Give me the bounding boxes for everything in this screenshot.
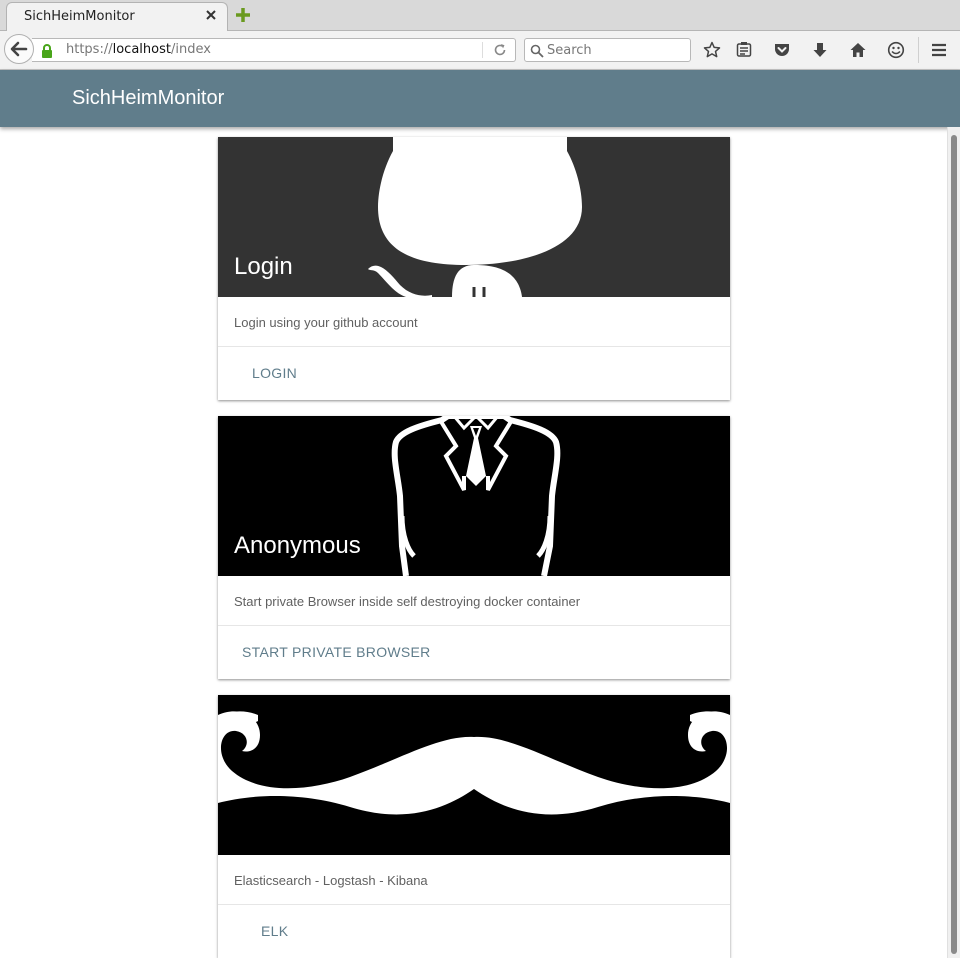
card-actions: START PRIVATE BROWSER — [218, 626, 730, 679]
close-tab-icon[interactable] — [204, 9, 218, 23]
toolbar-divider — [918, 37, 919, 63]
reload-icon[interactable] — [492, 42, 508, 62]
url-path: /index — [170, 42, 211, 57]
start-private-browser-button[interactable]: START PRIVATE BROWSER — [234, 639, 439, 665]
pocket-icon[interactable] — [773, 41, 791, 59]
page-scrollbar[interactable] — [947, 127, 960, 958]
github-octocat-icon — [368, 137, 582, 297]
reading-list-icon[interactable] — [735, 41, 753, 59]
tab-title: SichHeimMonitor — [24, 9, 135, 24]
card-image-elk: ELK — [218, 695, 730, 855]
home-icon[interactable] — [849, 41, 867, 59]
card-elk: ELK Elasticsearch - Logstash - Kibana EL… — [218, 695, 730, 958]
card-login: Login Login using your github account LO… — [218, 137, 730, 400]
app-header: SichHeimMonitor — [0, 70, 960, 127]
browser-tab-bar: SichHeimMonitor — [0, 0, 960, 31]
card-actions: ELK — [218, 905, 730, 958]
card-description: Elasticsearch - Logstash - Kibana — [218, 855, 730, 905]
new-tab-icon[interactable] — [233, 5, 253, 25]
card-image-anonymous: Anonymous — [218, 416, 730, 576]
search-icon — [530, 43, 544, 62]
card-title: ELK — [234, 811, 280, 838]
url-scheme: https:// — [66, 42, 113, 57]
url-text: https://localhost/index — [66, 42, 211, 57]
url-bar[interactable]: https://localhost/index — [32, 38, 516, 62]
scrollbar-thumb[interactable] — [951, 135, 957, 954]
card-image-login: Login — [218, 137, 730, 297]
app-title[interactable]: SichHeimMonitor — [72, 87, 224, 110]
card-description: Start private Browser inside self destro… — [218, 576, 730, 626]
search-input[interactable] — [547, 40, 687, 60]
url-host: localhost — [112, 42, 171, 57]
login-button[interactable]: LOGIN — [244, 360, 305, 386]
menu-icon[interactable] — [930, 41, 948, 59]
card-description: Login using your github account — [218, 297, 730, 347]
url-divider — [482, 42, 483, 58]
smiley-icon[interactable] — [887, 41, 905, 59]
back-button[interactable] — [4, 34, 34, 64]
download-icon[interactable] — [811, 41, 829, 59]
card-title: Anonymous — [234, 532, 361, 559]
browser-nav-bar: https://localhost/index — [0, 31, 960, 70]
elk-button[interactable]: ELK — [253, 918, 296, 944]
search-bar[interactable] — [524, 38, 691, 62]
card-title: Login — [234, 253, 293, 280]
lock-icon — [41, 43, 53, 62]
mustache-icon — [218, 695, 730, 855]
card-actions: LOGIN — [218, 347, 730, 400]
card-anonymous: Anonymous Start private Browser inside s… — [218, 416, 730, 679]
browser-tab[interactable]: SichHeimMonitor — [6, 2, 228, 31]
star-icon[interactable] — [703, 41, 721, 59]
